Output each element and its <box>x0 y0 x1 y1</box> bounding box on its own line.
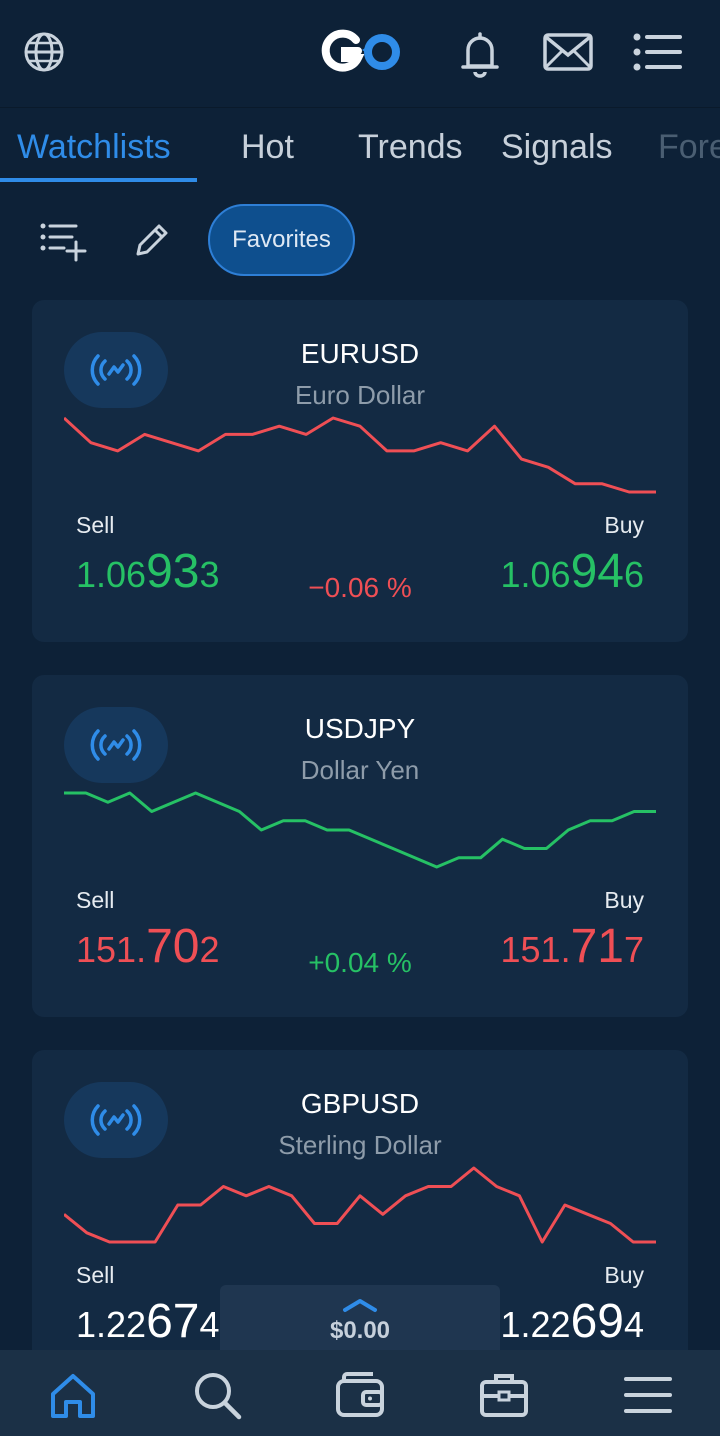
buy-price-pips: 71 <box>570 920 624 973</box>
buy-price-fraction: 6 <box>623 554 644 595</box>
edit-pencil-icon[interactable] <box>130 220 172 262</box>
sell-price-prefix: 1.22 <box>76 1304 147 1345</box>
globe-icon[interactable] <box>22 30 66 74</box>
account-balance: $0.00 <box>329 1317 391 1344</box>
go-logo <box>321 29 400 72</box>
sell-label: Sell <box>76 887 115 913</box>
bell-icon[interactable] <box>458 30 502 78</box>
price-sparkline <box>64 416 656 494</box>
instrument-description: Euro Dollar <box>294 380 426 410</box>
buy-price-prefix: 151. <box>500 929 571 970</box>
instrument-card[interactable]: EURUSD Euro Dollar Sell Buy 1.06933 −0.0… <box>32 300 688 642</box>
buy-price[interactable]: 151.717 <box>501 923 645 971</box>
hamburger-menu-icon[interactable] <box>623 1370 673 1420</box>
tab-trends[interactable]: Trends <box>358 128 463 167</box>
wallet-icon[interactable] <box>335 1370 385 1420</box>
buy-price-fraction: 4 <box>623 1304 644 1345</box>
tab-hot[interactable]: Hot <box>241 128 294 167</box>
sparkline-path <box>64 791 656 869</box>
chevron-up-icon <box>343 1299 377 1312</box>
buy-price[interactable]: 1.22694 <box>501 1298 645 1346</box>
instrument-description: Dollar Yen <box>300 755 420 785</box>
buy-price-pips: 69 <box>570 1295 624 1348</box>
buy-price-pips: 94 <box>570 545 624 598</box>
category-tabs: Watchlists Hot Trends Signals Fore <box>0 110 720 184</box>
sell-price[interactable]: 1.22674 <box>76 1298 220 1346</box>
sell-price-pips: 67 <box>146 1295 200 1348</box>
mail-icon[interactable] <box>542 30 594 74</box>
buy-price-fraction: 7 <box>623 929 644 970</box>
add-list-icon[interactable] <box>38 220 88 262</box>
instrument-description: Sterling Dollar <box>278 1130 442 1160</box>
buy-label: Buy <box>604 1262 644 1288</box>
watchlist-toolbar: Favorites <box>0 200 720 280</box>
tab-watchlists[interactable]: Watchlists <box>17 128 171 167</box>
buy-price-prefix: 1.06 <box>500 554 571 595</box>
sell-price-fraction: 4 <box>199 1304 220 1345</box>
sparkline-path <box>64 416 656 494</box>
favorites-chip[interactable]: Favorites <box>208 204 355 276</box>
buy-label: Buy <box>604 887 644 913</box>
instrument-card[interactable]: USDJPY Dollar Yen Sell Buy 151.702 +0.04… <box>32 675 688 1017</box>
portfolio-icon[interactable] <box>479 1370 529 1420</box>
sell-label: Sell <box>76 512 115 538</box>
price-sparkline <box>64 791 656 869</box>
bottom-navigation <box>0 1350 720 1436</box>
instrument-symbol: EURUSD <box>300 338 420 369</box>
instrument-symbol: GBPUSD <box>300 1088 420 1119</box>
search-icon[interactable] <box>192 1370 242 1420</box>
buy-price[interactable]: 1.06946 <box>501 548 645 596</box>
balance-panel-toggle[interactable]: $0.00 <box>220 1285 500 1351</box>
tab-forex[interactable]: Fore <box>658 128 720 167</box>
app-header <box>0 0 720 108</box>
home-icon[interactable] <box>48 1370 98 1420</box>
sparkline-path <box>64 1166 656 1244</box>
buy-label: Buy <box>604 512 644 538</box>
menu-list-icon[interactable] <box>632 30 682 74</box>
sell-label: Sell <box>76 1262 115 1288</box>
price-sparkline <box>64 1166 656 1244</box>
instrument-symbol: USDJPY <box>304 713 416 744</box>
buy-price-prefix: 1.22 <box>500 1304 571 1345</box>
active-tab-indicator <box>0 178 197 182</box>
tab-signals[interactable]: Signals <box>501 128 613 167</box>
